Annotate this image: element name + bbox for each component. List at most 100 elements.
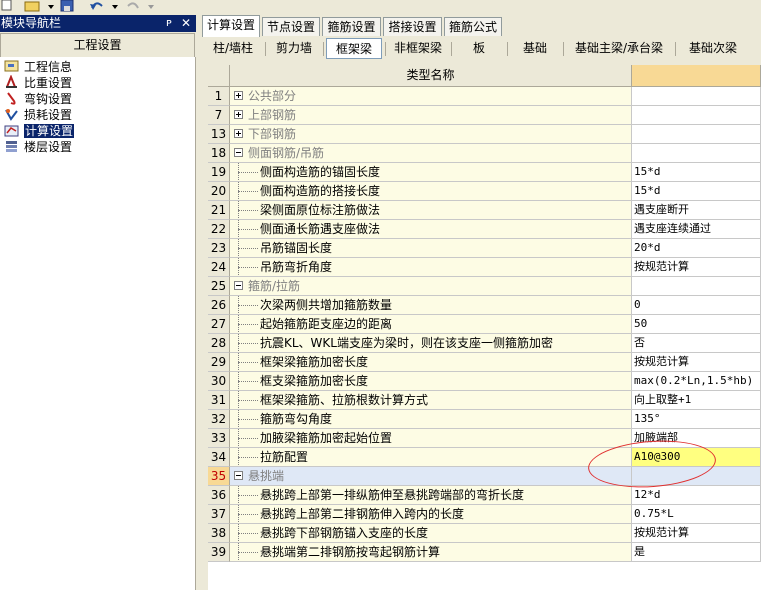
item-label: 抗震KL、WKL端支座为梁时，则在该支座一侧箍筋加密 [260,336,553,350]
group-row[interactable]: 1 公共部分 [208,87,761,106]
setting-value-cell[interactable]: 0 [632,296,761,315]
new-file-icon[interactable] [0,0,14,12]
nav-item-calc[interactable]: 计算设置 [4,123,75,139]
table-row[interactable]: 19 侧面构造筋的锚固长度 15*d [208,163,761,182]
separator [265,42,266,56]
close-icon[interactable]: ✕ [179,15,193,31]
expand-icon[interactable] [234,91,243,100]
table-row[interactable]: 22 侧面通长筋遇支座做法 遇支座连续通过 [208,220,761,239]
table-row[interactable]: 28 抗震KL、WKL端支座为梁时，则在该支座一侧箍筋加密 否 [208,334,761,353]
undo-icon[interactable] [88,0,106,12]
setting-value-cell[interactable]: max(0.2*Ln,1.5*hb) [632,372,761,391]
setting-value-cell[interactable]: 否 [632,334,761,353]
collapse-icon[interactable] [234,148,243,157]
collapse-icon[interactable] [234,471,243,480]
nav-item-project-info[interactable]: 工程信息 [4,59,72,75]
setting-value-cell[interactable]: 0.75*L [632,505,761,524]
open-folder-icon[interactable] [24,0,42,12]
setting-value-cell[interactable] [632,277,761,296]
collapse-icon[interactable] [234,281,243,290]
setting-value-cell[interactable]: 20*d [632,239,761,258]
setting-value-cell[interactable] [632,144,761,163]
nav-item-floor[interactable]: 楼层设置 [4,139,72,155]
nav-item-weight[interactable]: 比重设置 [4,75,72,91]
table-row[interactable]: 29 框架梁箍筋加密长度 按规范计算 [208,353,761,372]
subtab-foundation-secondary-beam[interactable]: 基础次梁 [678,38,748,59]
save-icon[interactable] [60,0,76,12]
table-row[interactable]: 32 箍筋弯勾角度 135° [208,410,761,429]
setting-value-cell[interactable]: 12*d [632,486,761,505]
settings-grid: 类型名称 1 公共部分 7 上部钢筋 13 下部钢筋 18 侧面钢筋/吊筋 19 侧面构造筋的锚固… [208,65,761,590]
table-row[interactable]: 24 吊筋弯折角度 按规范计算 [208,258,761,277]
setting-value-cell[interactable] [632,125,761,144]
setting-value-cell[interactable]: 向上取整+1 [632,391,761,410]
setting-value-cell[interactable]: 15*d [632,163,761,182]
subtab-shear-wall[interactable]: 剪力墙 [268,38,320,59]
setting-value-cell[interactable]: 遇支座连续通过 [632,220,761,239]
undo-dropdown-icon[interactable] [110,0,120,12]
subtab-slab[interactable]: 板 [454,38,504,59]
setting-value-cell[interactable]: 50 [632,315,761,334]
table-row[interactable]: 23 吊筋锚固长度 20*d [208,239,761,258]
table-row[interactable]: 26 次梁两侧共增加箍筋数量 0 [208,296,761,315]
setting-value-cell[interactable]: 是 [632,543,761,562]
item-label: 次梁两侧共增加箍筋数量 [260,298,393,312]
table-row[interactable]: 38 悬挑跨下部钢筋锚入支座的长度 按规范计算 [208,524,761,543]
group-row[interactable]: 18 侧面钢筋/吊筋 [208,144,761,163]
group-row[interactable]: 25 箍筋/拉筋 [208,277,761,296]
redo-icon[interactable] [124,0,142,12]
tree-line [238,305,258,306]
tab-lap-settings[interactable]: 搭接设置 [383,17,442,36]
nav-section-header[interactable]: 工程设置 [0,33,195,58]
nav-item-hook[interactable]: 弯钩设置 [4,91,72,107]
expand-icon[interactable] [234,110,243,119]
item-label: 框架梁箍筋、拉筋根数计算方式 [260,393,429,407]
table-row[interactable]: 20 侧面构造筋的搭接长度 15*d [208,182,761,201]
type-name-cell: 拉筋配置 [230,448,632,467]
project-info-icon [4,60,19,72]
subtab-foundation[interactable]: 基础 [510,38,560,59]
row-number: 28 [208,334,230,353]
subtab-non-frame-beam[interactable]: 非框架梁 [388,38,448,59]
table-row[interactable]: 21 梁侧面原位标注筋做法 遇支座断开 [208,201,761,220]
table-row[interactable]: 30 框支梁箍筋加密长度 max(0.2*Ln,1.5*hb) [208,372,761,391]
setting-value-cell[interactable] [632,87,761,106]
pin-icon[interactable]: ᴘ [162,15,176,31]
member-type-tabs: 柱/墙柱 剪力墙 框架梁 非框架梁 板 基础 基础主梁/承台梁 基础次梁 [202,37,761,61]
tab-calc-settings[interactable]: 计算设置 [202,15,260,37]
nav-item-loss[interactable]: 损耗设置 [4,107,72,123]
tree-line [238,419,258,420]
setting-value-cell[interactable] [632,106,761,125]
setting-value-cell[interactable]: 按规范计算 [632,524,761,543]
type-name-header: 类型名称 [230,65,632,87]
table-row[interactable]: 27 起始箍筋距支座边的距离 50 [208,315,761,334]
setting-value-cell[interactable]: 按规范计算 [632,258,761,277]
tab-node-settings[interactable]: 节点设置 [262,17,320,36]
expand-icon[interactable] [234,129,243,138]
group-row[interactable]: 13 下部钢筋 [208,125,761,144]
subtab-frame-beam[interactable]: 框架梁 [326,38,382,59]
panel-splitter[interactable] [196,15,202,590]
tab-stirrup-settings[interactable]: 箍筋设置 [322,17,381,36]
open-dropdown-icon[interactable] [46,0,56,12]
table-row[interactable]: 37 悬挑跨上部第二排钢筋伸入跨内的长度 0.75*L [208,505,761,524]
item-label: 起始箍筋距支座边的距离 [260,317,393,331]
main-toolbar [0,0,761,14]
redo-dropdown-icon[interactable] [146,0,156,12]
setting-value-cell[interactable]: 遇支座断开 [632,201,761,220]
type-name-cell: 抗震KL、WKL端支座为梁时，则在该支座一侧箍筋加密 [230,334,632,353]
row-number: 39 [208,543,230,562]
setting-value-cell[interactable]: 135° [632,410,761,429]
subtab-column[interactable]: 柱/墙柱 [204,38,262,59]
item-label: 悬挑跨上部第二排钢筋伸入跨内的长度 [260,507,465,521]
table-row[interactable]: 36 悬挑跨上部第一排纵筋伸至悬挑跨端部的弯折长度 12*d [208,486,761,505]
type-name-cell: 框支梁箍筋加密长度 [230,372,632,391]
table-row[interactable]: 31 框架梁箍筋、拉筋根数计算方式 向上取整+1 [208,391,761,410]
group-row[interactable]: 7 上部钢筋 [208,106,761,125]
type-name-cell: 吊筋弯折角度 [230,258,632,277]
table-row[interactable]: 39 悬挑端第二排钢筋按弯起钢筋计算 是 [208,543,761,562]
setting-value-cell[interactable]: 15*d [632,182,761,201]
setting-value-cell[interactable]: 按规范计算 [632,353,761,372]
subtab-foundation-main-beam[interactable]: 基础主梁/承台梁 [566,38,672,59]
tab-stirrup-formula[interactable]: 箍筋公式 [444,17,502,36]
